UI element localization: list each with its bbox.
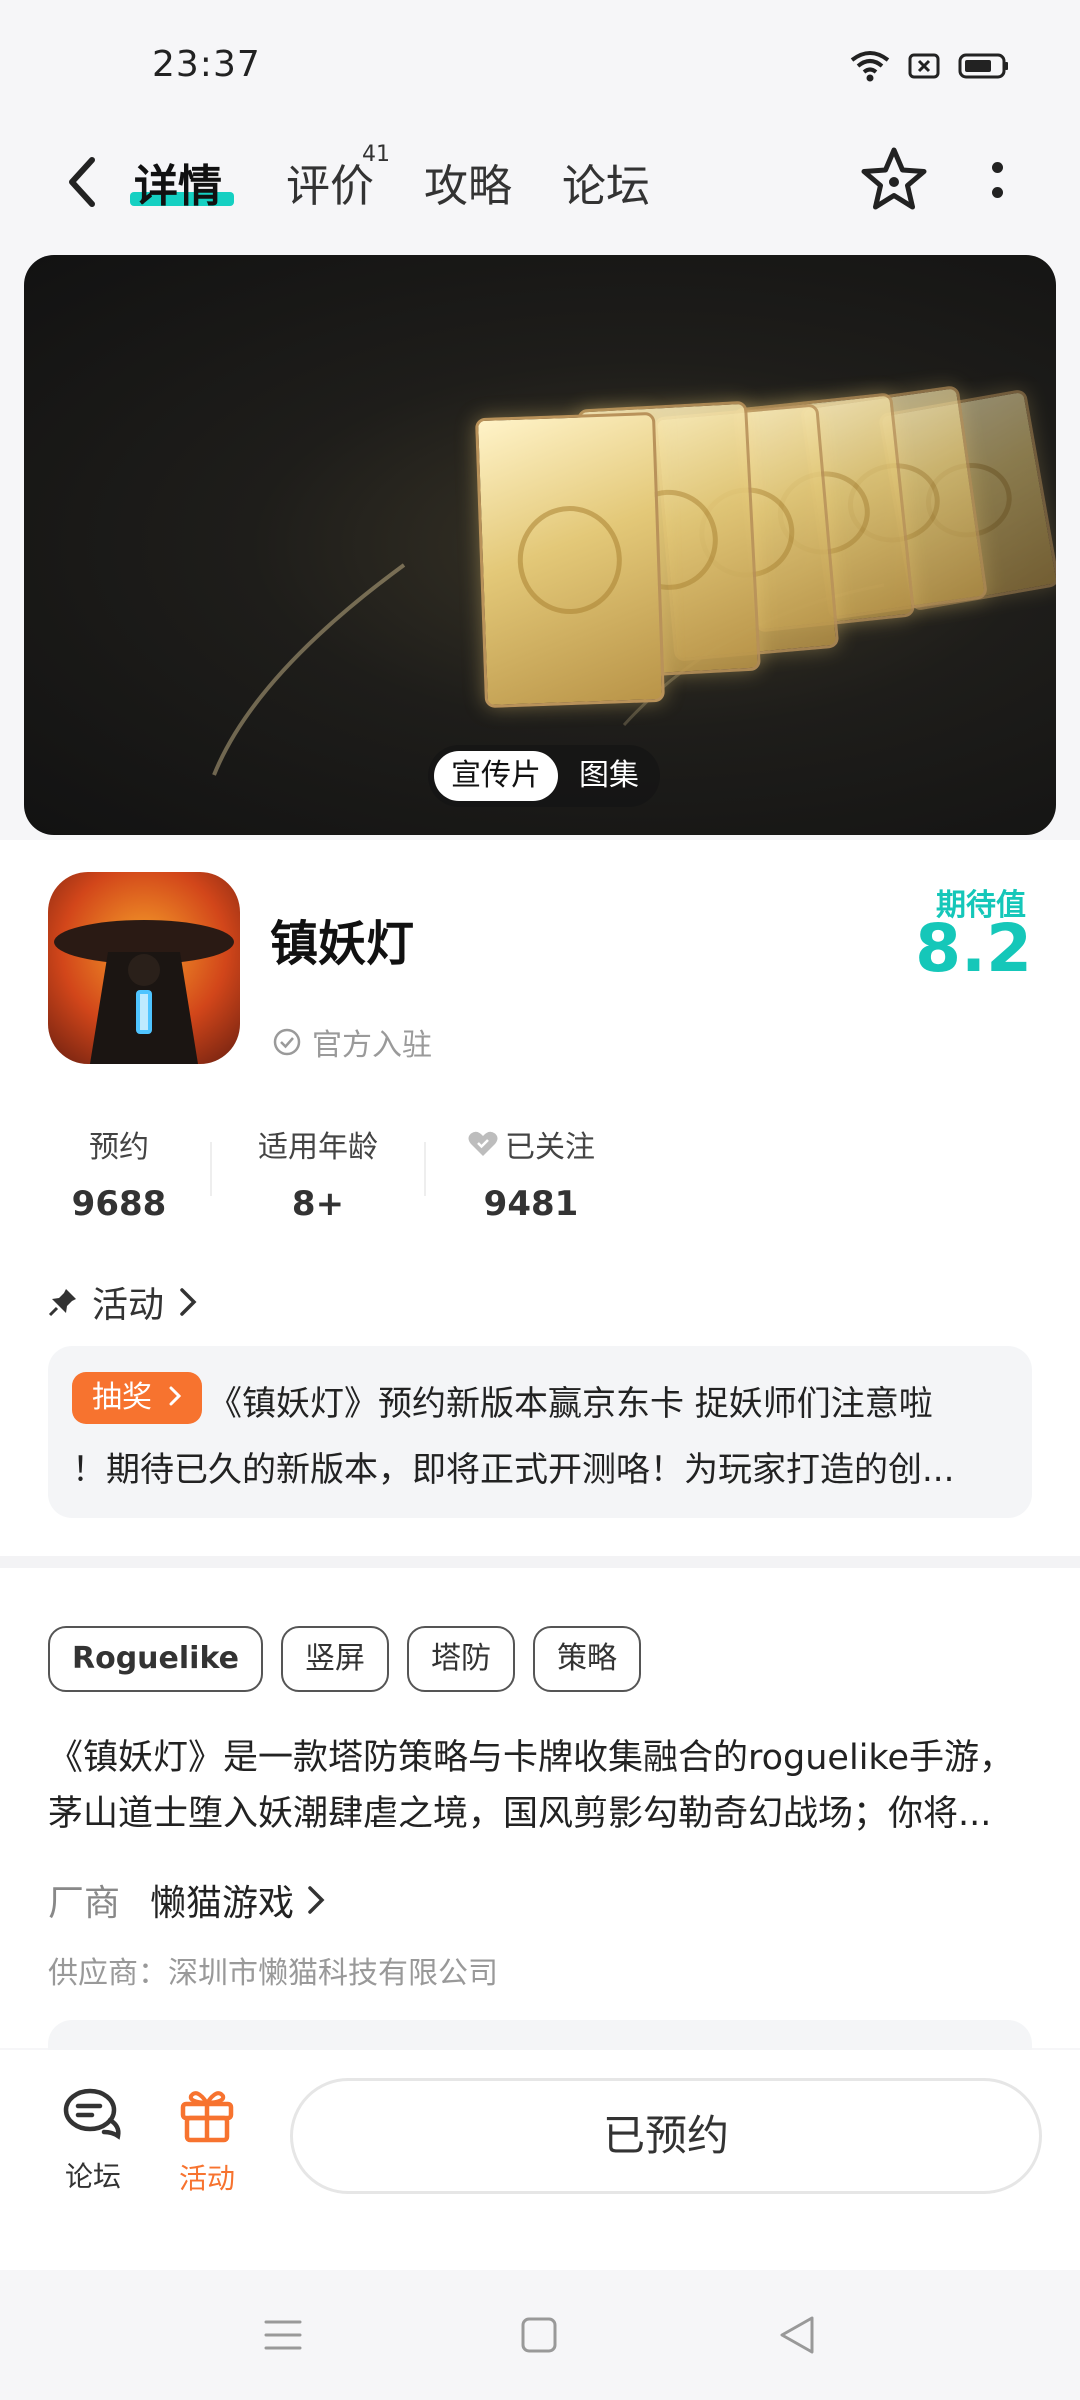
stat-label: 已关注: [456, 1122, 606, 1166]
tab-details[interactable]: 详情: [134, 150, 222, 214]
status-bar: 23:37: [0, 0, 1080, 130]
chevron-right-icon: [308, 1886, 325, 1914]
tag-strategy[interactable]: 策略: [532, 1626, 641, 1692]
supplier-text: 供应商：深圳市懒猫科技有限公司: [48, 1956, 498, 1991]
stat-reservations: 预约 9688: [48, 1122, 190, 1224]
bottom-activity-button[interactable]: 活动: [162, 2086, 252, 2197]
stat-followers: 已关注 9481: [456, 1122, 606, 1224]
stat-divider: [210, 1142, 212, 1196]
wifi-icon: [850, 51, 890, 82]
more-options-button[interactable]: [982, 150, 1012, 210]
menu-icon: [264, 2320, 302, 2350]
stat-divider: [424, 1142, 426, 1196]
bottom-forum-label: 论坛: [64, 2160, 121, 2193]
media-switch: 宣传片 图集: [428, 745, 660, 807]
home-button[interactable]: [514, 2310, 564, 2360]
game-title: 镇妖灯: [270, 916, 415, 972]
vendor-row[interactable]: 厂商 懒猫游戏: [48, 1874, 326, 1926]
battery-icon: [958, 53, 1008, 79]
stat-value: 9481: [483, 1184, 579, 1224]
media-tab-trailer[interactable]: 宣传片: [434, 751, 558, 801]
bottom-action-bar: 论坛 活动 已预约: [0, 2050, 1080, 2270]
square-icon: [521, 2317, 557, 2353]
status-icons: [850, 50, 1010, 82]
tab-reviews[interactable]: 评价: [286, 150, 374, 214]
stat-value: 9688: [71, 1184, 167, 1224]
top-nav: 详情 评价 41 攻略 论坛: [0, 130, 1080, 240]
tag-list: Roguelike 竖屏 塔防 策略: [48, 1626, 641, 1692]
tag-portrait[interactable]: 竖屏: [280, 1626, 389, 1692]
check-circle-icon: [273, 1028, 301, 1056]
expect-score: 8.2: [915, 910, 1032, 987]
activity-text-line: ！期待已久的新版本，即将正式开测咯！为玩家打造的创...: [72, 1450, 955, 1490]
tab-forum[interactable]: 论坛: [562, 150, 650, 214]
activity-card[interactable]: 抽奖 《镇妖灯》预约新版本赢京东卡 捉妖师们注意啦 ！期待已久的新版本，即将正式…: [48, 1346, 1032, 1518]
vendor-label: 厂商: [48, 1883, 121, 1924]
status-time: 23:37: [152, 44, 261, 85]
back-button[interactable]: [52, 152, 112, 212]
game-icon-artwork: [54, 920, 234, 1064]
sim-off-icon: [908, 53, 940, 79]
lottery-tag: 抽奖: [72, 1372, 202, 1424]
recent-apps-button[interactable]: [258, 2310, 308, 2360]
heart-icon: [468, 1131, 498, 1156]
favorite-button[interactable]: [858, 144, 930, 216]
more-dot-icon: [991, 187, 1003, 198]
official-label: 官方入驻: [312, 1028, 432, 1063]
stat-age-rating: 适用年龄 8+: [238, 1122, 398, 1224]
description-line: 茅山道士堕入妖潮肆虐之境，国风剪影勾勒奇幻战场；你将...: [48, 1794, 992, 1834]
stat-label: 适用年龄: [258, 1130, 378, 1165]
description-line: 《镇妖灯》是一款塔防策略与卡牌收集融合的roguelike手游，: [48, 1738, 1014, 1778]
tag-tower-defense[interactable]: 塔防: [406, 1626, 515, 1692]
star-icon: [861, 147, 927, 210]
official-badge: 官方入驻: [272, 1020, 432, 1064]
reviews-count-badge: 41: [362, 142, 390, 167]
bottom-forum-button[interactable]: 论坛: [48, 2086, 138, 2195]
reserved-button[interactable]: 已预约: [290, 2078, 1042, 2194]
chevron-right-icon: [169, 1386, 181, 1406]
tab-guides[interactable]: 攻略: [424, 150, 512, 214]
promo-video[interactable]: 宣传片 图集: [24, 255, 1056, 835]
activity-header[interactable]: 活动: [48, 1276, 198, 1328]
triangle-back-icon: [780, 2316, 814, 2354]
section-divider: [0, 1556, 1080, 1568]
vendor-name: 懒猫游戏: [150, 1883, 295, 1924]
chevron-left-icon: [69, 157, 95, 207]
tag-roguelike[interactable]: Roguelike: [48, 1626, 263, 1692]
game-description[interactable]: 《镇妖灯》是一款塔防策略与卡牌收集融合的roguelike手游， 茅山道士堕入妖…: [48, 1730, 1028, 1842]
game-icon: [48, 872, 240, 1064]
lottery-tag-label: 抽奖: [92, 1380, 152, 1415]
card-image: [474, 411, 666, 709]
gift-icon: [180, 2091, 234, 2143]
chevron-right-icon: [180, 1288, 197, 1316]
system-nav-bar: [0, 2270, 1080, 2400]
more-dot-icon: [991, 162, 1003, 173]
activity-title-line: 《镇妖灯》预约新版本赢京东卡 捉妖师们注意啦: [208, 1384, 933, 1424]
stat-label: 预约: [89, 1130, 149, 1165]
stat-value: 8+: [291, 1184, 345, 1224]
media-tab-gallery[interactable]: 图集: [564, 751, 654, 801]
bottom-activity-label: 活动: [178, 2162, 235, 2195]
stat-label-text: 已关注: [505, 1130, 595, 1165]
chat-icon: [63, 2088, 121, 2140]
activity-heading: 活动: [92, 1285, 165, 1326]
pin-icon: [48, 1289, 76, 1317]
system-back-button[interactable]: [772, 2310, 822, 2360]
